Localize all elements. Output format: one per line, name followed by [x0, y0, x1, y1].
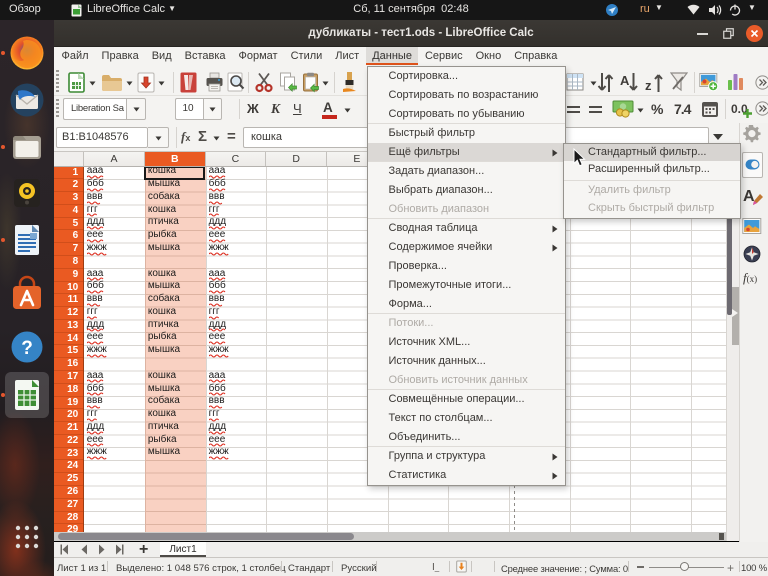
- svg-text:?: ?: [21, 338, 33, 359]
- svg-text:A: A: [620, 73, 630, 88]
- svg-text:z: z: [645, 78, 652, 93]
